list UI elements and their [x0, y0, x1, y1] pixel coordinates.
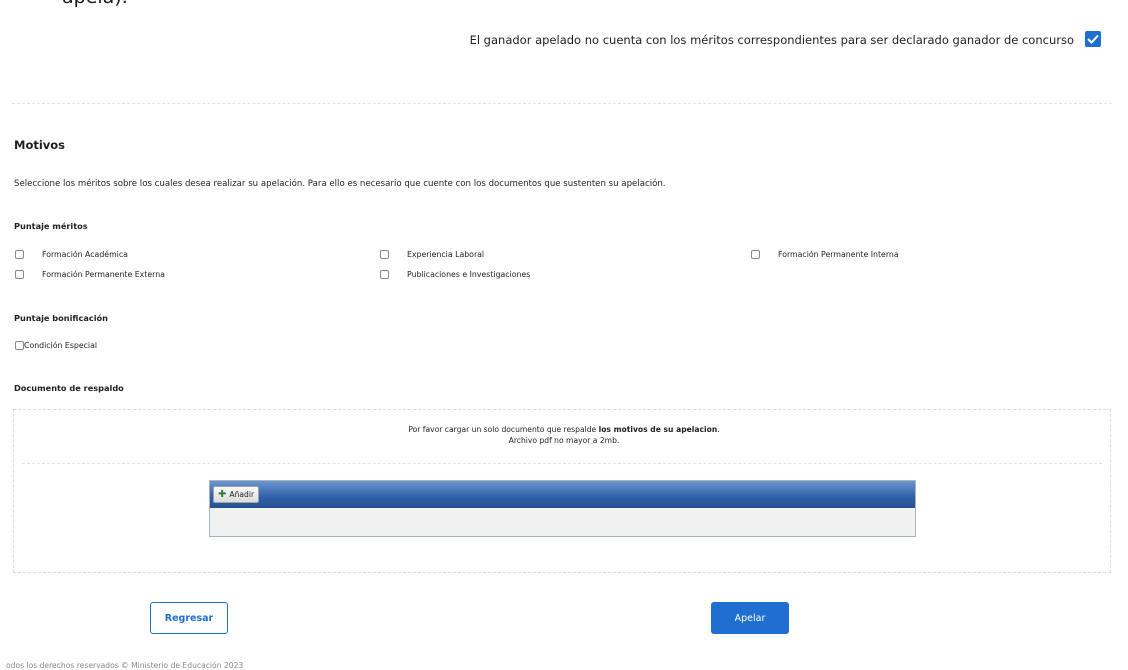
- checkbox-label: Publicaciones e Investigaciones: [407, 270, 531, 279]
- section-divider: [12, 103, 1112, 104]
- documento-respaldo-title: Documento de respaldo: [14, 383, 124, 393]
- ganador-apelado-label: El ganador apelado no cuenta con los mér…: [469, 33, 1074, 47]
- uploader-toolbar: ✚ Añadir: [210, 481, 915, 508]
- checkbox[interactable]: [380, 250, 389, 259]
- apelar-button[interactable]: Apelar: [711, 602, 789, 634]
- upload-instruction-end: .: [717, 425, 720, 434]
- checkbox[interactable]: [380, 270, 389, 279]
- bonificacion-condicion-especial[interactable]: Condición Especial: [15, 341, 97, 350]
- truncated-heading-text: apela).: [62, 0, 128, 8]
- checkbox-label: Experiencia Laboral: [407, 250, 485, 259]
- checkbox-label: Formación Permanente Interna: [778, 250, 899, 259]
- checkbox-label: Formación Permanente Externa: [42, 270, 165, 279]
- ganador-apelado-checkbox[interactable]: [1085, 31, 1101, 47]
- checkbox[interactable]: [15, 250, 24, 259]
- checkmark-icon: [1087, 34, 1099, 44]
- puntaje-meritos-title: Puntaje méritos: [14, 221, 88, 231]
- upload-size-note: Archivo pdf no mayor a 2mb.: [508, 436, 620, 445]
- checkbox[interactable]: [751, 250, 760, 259]
- merito-formacion-permanente-externa[interactable]: Formación Permanente Externa: [15, 270, 165, 279]
- checkbox-label: Condición Especial: [24, 341, 98, 350]
- upload-instruction-bold: los motivos de su apelacion: [598, 425, 718, 434]
- merito-experiencia-laboral[interactable]: Experiencia Laboral: [380, 250, 484, 259]
- add-file-button[interactable]: ✚ Añadir: [213, 486, 260, 503]
- motivos-description: Seleccione los méritos sobre los cuales …: [14, 179, 666, 189]
- motivos-title: Motivos: [14, 138, 66, 152]
- upload-instruction: Por favor cargar un solo documento que r…: [0, 425, 1128, 434]
- merito-formacion-academica[interactable]: Formación Académica: [15, 250, 128, 259]
- puntaje-bonificacion-title: Puntaje bonificación: [14, 313, 108, 323]
- add-file-label: Añadir: [229, 490, 255, 499]
- upload-divider: [22, 463, 1102, 464]
- merito-formacion-permanente-interna[interactable]: Formación Permanente Interna: [751, 250, 899, 259]
- checkbox-label: Formación Académica: [42, 250, 128, 259]
- upload-instruction-text: Por favor cargar un solo documento que r…: [408, 425, 599, 434]
- plus-icon: ✚: [218, 488, 227, 500]
- checkbox[interactable]: [15, 341, 24, 350]
- checkbox[interactable]: [15, 270, 24, 279]
- merito-publicaciones-investigaciones[interactable]: Publicaciones e Investigaciones: [380, 270, 530, 279]
- file-uploader[interactable]: ✚ Añadir: [209, 480, 916, 537]
- regresar-button[interactable]: Regresar: [150, 602, 228, 634]
